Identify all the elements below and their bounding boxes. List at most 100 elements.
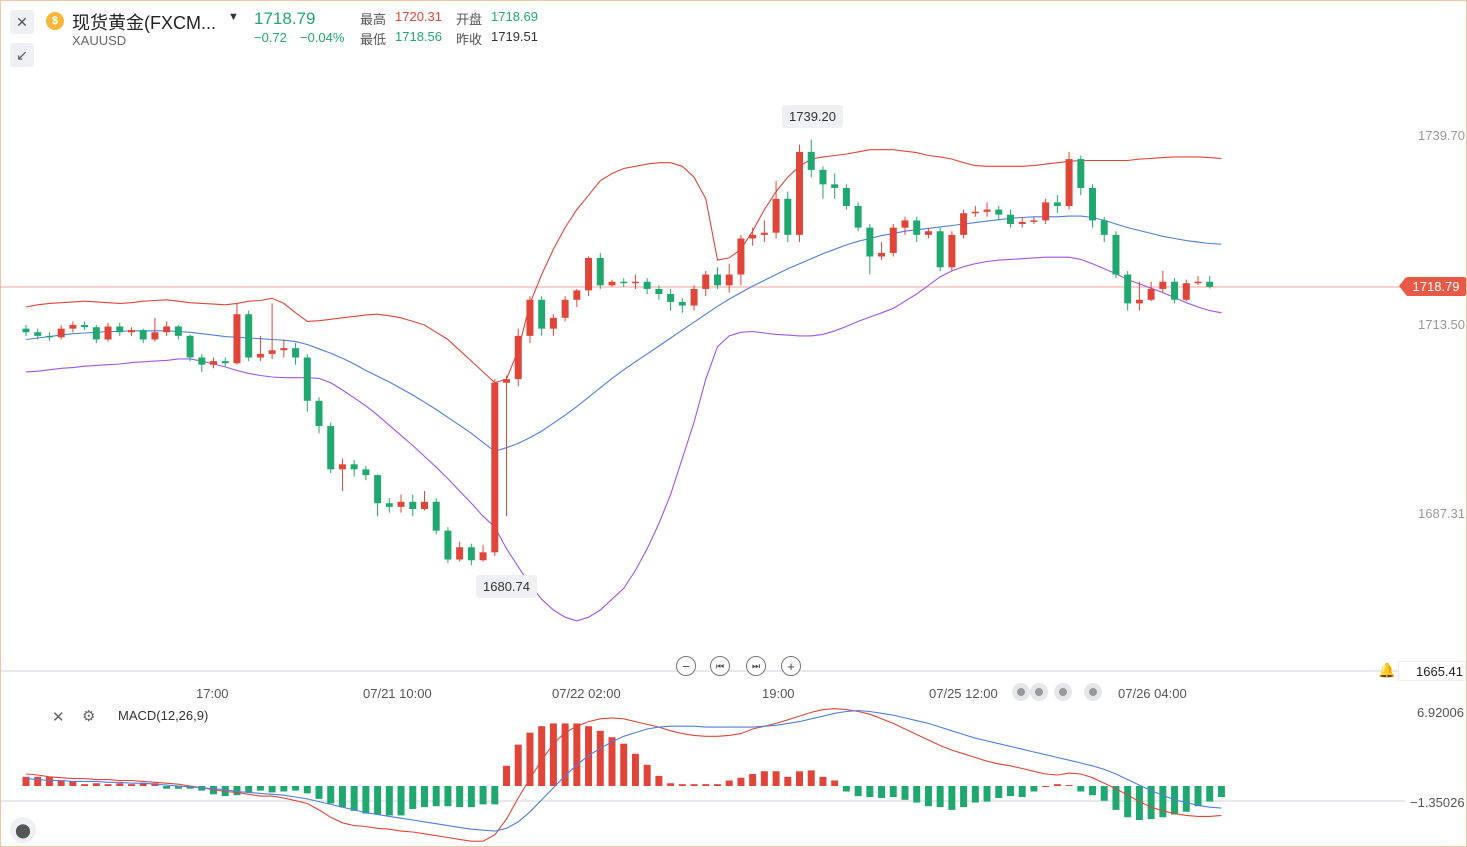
macd-bar — [1206, 786, 1214, 802]
candle — [57, 328, 65, 338]
candle — [420, 501, 428, 510]
macd-bar — [760, 771, 768, 786]
low-marker: 1680.74 — [476, 575, 537, 598]
candle — [350, 464, 358, 470]
candle — [983, 209, 991, 212]
candle — [901, 220, 909, 228]
macd-bar — [1006, 786, 1014, 797]
high-marker: 1739.20 — [782, 105, 843, 128]
macd-bar — [690, 784, 698, 786]
candle — [1124, 274, 1132, 304]
macd-bar — [1194, 786, 1202, 807]
zoom-out-button[interactable]: − — [676, 656, 696, 676]
macd-bar — [420, 786, 428, 808]
candle — [936, 231, 944, 268]
candle — [34, 332, 42, 336]
macd-bar — [878, 786, 886, 798]
candle — [913, 220, 921, 235]
macd-bar — [842, 786, 850, 792]
macd-bar — [983, 786, 991, 802]
scroll-start-button[interactable]: ⏮ — [710, 656, 730, 676]
macd-bar — [866, 786, 874, 798]
event-marker[interactable] — [1012, 683, 1030, 701]
candles-icon[interactable]: ⬤ — [10, 817, 36, 843]
macd-bar — [127, 784, 135, 786]
macd-bar — [374, 786, 382, 815]
macd-bar — [256, 786, 264, 791]
macd-bar — [784, 776, 792, 786]
candle — [690, 288, 698, 306]
candle — [491, 382, 499, 553]
bollinger-upper-line — [25, 149, 1222, 384]
candle — [678, 301, 686, 306]
candle — [315, 400, 323, 427]
candle — [960, 213, 968, 235]
macd-title: MACD(12,26,9) — [118, 708, 209, 723]
candle — [1194, 281, 1202, 284]
macd-bar — [643, 764, 651, 786]
candle — [69, 325, 77, 329]
macd-bar — [315, 786, 323, 799]
candle — [1159, 281, 1167, 289]
macd-bar — [467, 786, 475, 808]
candle — [1018, 221, 1026, 225]
macd-bar — [22, 776, 30, 786]
macd-bar — [362, 786, 370, 814]
candle — [151, 332, 159, 340]
macd-bar — [69, 781, 77, 786]
macd-bar — [245, 786, 253, 793]
candle — [995, 209, 1003, 215]
event-marker[interactable] — [1084, 683, 1102, 701]
candle — [948, 234, 956, 268]
macd-bar — [936, 786, 944, 808]
candle — [1182, 283, 1190, 300]
candle — [749, 234, 757, 239]
candle — [620, 281, 628, 284]
candle — [92, 327, 100, 340]
candle — [1030, 220, 1038, 222]
macd-bar — [1217, 786, 1225, 798]
macd-bar — [901, 786, 909, 800]
macd-bar — [948, 786, 956, 810]
event-marker[interactable] — [1030, 683, 1048, 701]
price-tick: 1687.31 — [1418, 506, 1465, 521]
bell-icon[interactable]: 🔔 — [1378, 662, 1395, 679]
macd-bar — [667, 783, 675, 786]
candle — [327, 426, 335, 470]
macd-bar — [924, 786, 932, 807]
time-tick: 07/25 12:00 — [929, 686, 998, 701]
macd-bar — [444, 786, 452, 807]
candlestick-chart[interactable] — [0, 0, 1467, 847]
macd-bar — [479, 786, 487, 805]
event-marker[interactable] — [1054, 683, 1072, 701]
macd-bar — [831, 780, 839, 786]
candle — [163, 326, 171, 333]
candle — [292, 348, 300, 358]
candle — [409, 501, 417, 510]
macd-bar — [1018, 786, 1026, 798]
close-indicator-icon[interactable]: ✕ — [52, 708, 65, 726]
macd-bar — [573, 723, 581, 786]
candle — [1135, 299, 1143, 304]
candle — [233, 314, 241, 364]
candle — [971, 211, 979, 214]
zoom-in-button[interactable]: + — [781, 656, 801, 676]
gear-icon[interactable]: ⚙ — [82, 707, 95, 725]
macd-bar — [1077, 786, 1085, 792]
macd-bar — [385, 786, 393, 816]
candle — [538, 299, 546, 329]
candle — [526, 299, 534, 336]
scroll-end-button[interactable]: ⏭ — [746, 656, 766, 676]
macd-bar — [608, 737, 616, 786]
macd-bar — [889, 786, 897, 798]
candle — [397, 501, 405, 507]
macd-bar — [491, 786, 499, 805]
macd-bar — [1182, 786, 1190, 812]
candle — [479, 552, 487, 561]
macd-bar — [960, 786, 968, 808]
macd-bar — [409, 786, 417, 809]
candle — [245, 314, 253, 358]
candle — [643, 281, 651, 289]
candle — [116, 326, 124, 333]
macd-bar — [280, 786, 288, 792]
